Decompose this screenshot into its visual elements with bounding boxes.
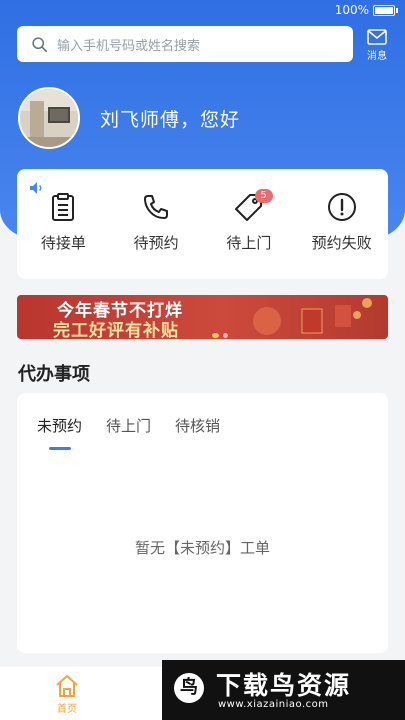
todo-tabs: 未预约 待上门 待核销 (37, 415, 220, 436)
battery-text: 100% (334, 3, 369, 17)
home-icon (56, 675, 78, 697)
order-pending-visit-label: 待上门 (226, 234, 272, 252)
banner-dot (223, 333, 228, 338)
tab-pending-visit[interactable]: 待上门 (106, 415, 151, 436)
order-pending-visit[interactable]: 5 待上门 (203, 189, 296, 253)
empty-state-text: 暂无【未预约】工单 (134, 539, 270, 557)
search-icon (32, 36, 48, 52)
watermark-title: 下载鸟资源 (216, 671, 352, 700)
home-label: 首页 (57, 704, 77, 715)
message-button[interactable]: 消息 (361, 27, 393, 62)
alert-circle-icon (327, 193, 356, 221)
clipboard-icon (52, 193, 75, 221)
tab-home[interactable]: 首页 (44, 673, 90, 715)
order-appointment-failed[interactable]: 预约失败 (295, 191, 388, 253)
order-appointment-failed-label: 预约失败 (311, 234, 372, 252)
order-pending-appointment-label: 待预约 (133, 234, 179, 252)
battery-icon (373, 4, 398, 16)
pending-visit-badge: 5 (254, 189, 273, 203)
greeting-text: 刘飞师傅，您好 (100, 109, 241, 131)
banner-line-2: 完工好评有补贴 (53, 321, 179, 339)
promo-banner[interactable]: 今年春节不打烊 完工好评有补贴 (17, 295, 388, 339)
order-pending-appointment[interactable]: 待预约 (110, 191, 203, 253)
status-bar: 100% (334, 3, 398, 17)
phone-icon (144, 195, 169, 219)
order-pending-accept-label: 待接单 (40, 234, 86, 252)
todo-title: 代办事项 (18, 364, 90, 385)
watermark-logo: 鸟 (174, 673, 204, 703)
search-input[interactable]: 输入手机号码或姓名搜索 (17, 26, 353, 62)
order-status-card: 待接单 待预约 5 待上门 预约失败 (17, 169, 388, 279)
watermark-url: www.xiazainiao.com (218, 699, 329, 710)
order-pending-accept[interactable]: 待接单 (17, 191, 110, 253)
tab-unscheduled[interactable]: 未预约 (37, 415, 82, 436)
banner-pagination (212, 333, 228, 338)
avatar[interactable] (18, 87, 80, 149)
envelope-icon (367, 29, 387, 45)
search-placeholder: 输入手机号码或姓名搜索 (57, 38, 201, 54)
banner-dot (212, 333, 219, 338)
message-label: 消息 (367, 51, 387, 62)
tab-pending-verify[interactable]: 待核销 (175, 415, 220, 436)
todo-panel: 未预约 待上门 待核销 暂无【未预约】工单 (17, 393, 388, 653)
watermark: 鸟 下载鸟资源 www.xiazainiao.com (162, 660, 405, 720)
